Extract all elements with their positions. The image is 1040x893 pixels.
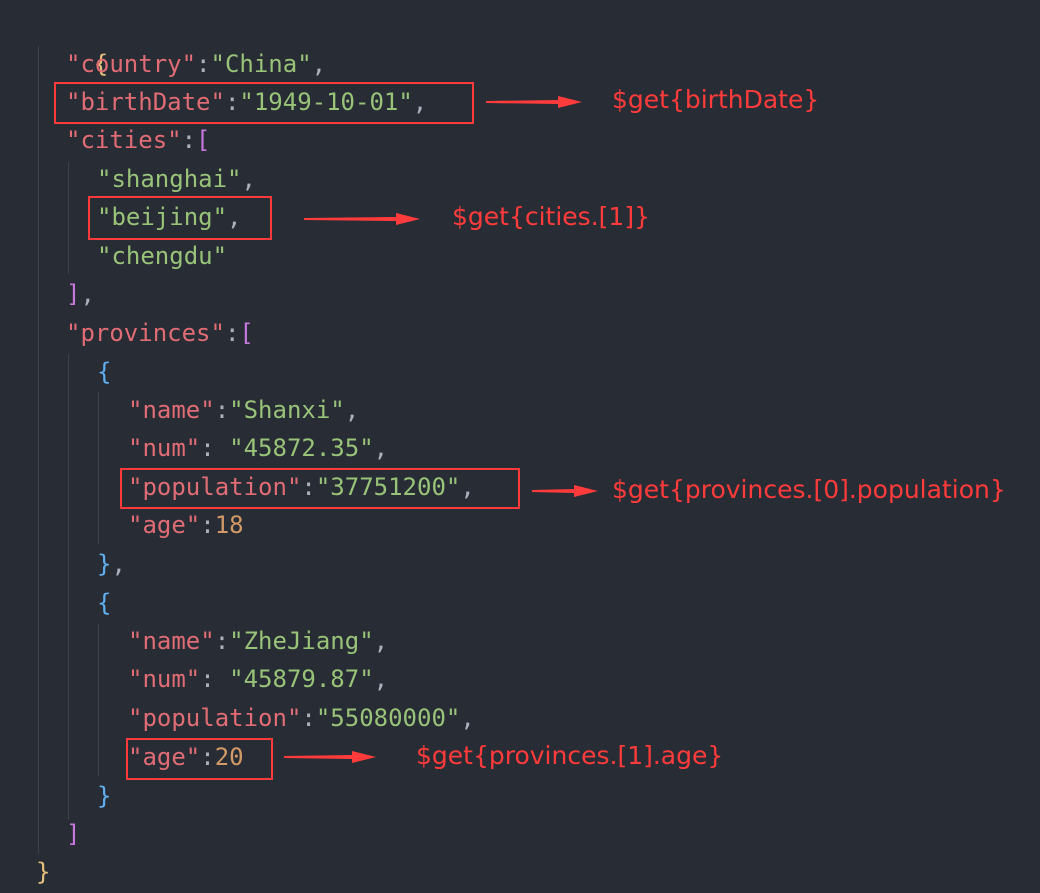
code-line: "num": "45879.87", xyxy=(128,665,389,693)
code-line: "country":"China", xyxy=(66,50,327,78)
json-string: "shanghai" xyxy=(97,165,242,193)
json-string: "Shanxi" xyxy=(229,396,345,424)
code-line: { xyxy=(36,7,108,78)
annotation-label: $get{provinces.[0].population} xyxy=(612,475,1006,504)
code-line: "name":"Shanxi", xyxy=(128,396,360,424)
code-line: }, xyxy=(97,550,126,578)
json-key: "num" xyxy=(128,434,201,462)
code-line: ] xyxy=(66,820,81,848)
indent-guide xyxy=(68,162,69,274)
json-key: "name" xyxy=(128,396,215,424)
json-string: "China" xyxy=(210,50,312,78)
json-string: "45879.87" xyxy=(229,665,374,693)
code-line: } xyxy=(97,782,112,810)
json-key: "country" xyxy=(66,50,197,78)
arrow-icon xyxy=(304,213,420,225)
json-key: "age" xyxy=(128,511,201,539)
highlight-box-beijing xyxy=(88,196,272,240)
annotation-label: $get{birthDate} xyxy=(612,85,820,114)
json-string: "chengdu" xyxy=(97,242,228,270)
json-number: 18 xyxy=(214,511,244,539)
code-line: "population":"55080000", xyxy=(128,704,475,732)
code-line: "cities":[ xyxy=(66,126,211,154)
code-line: ], xyxy=(66,280,95,308)
highlight-box-birthdate xyxy=(54,82,474,124)
code-line: "age":18 xyxy=(128,511,244,539)
highlight-box-age xyxy=(126,738,273,780)
code-line: { xyxy=(97,589,112,617)
annotation-label: $get{provinces.[1].age} xyxy=(416,741,724,770)
code-line: "name":"ZheJiang", xyxy=(128,627,389,655)
json-key: "num" xyxy=(128,665,201,693)
code-line: } xyxy=(36,853,50,891)
code-line: "num": "45872.35", xyxy=(128,434,389,462)
json-string: "ZheJiang" xyxy=(229,627,374,655)
indent-guide xyxy=(38,46,39,854)
json-string: "55080000" xyxy=(315,704,461,732)
annotation-label: $get{cities.[1]} xyxy=(452,202,650,231)
json-key: "provinces" xyxy=(66,319,225,347)
code-editor[interactable]: { "country":"China", "birthDate":"1949-1… xyxy=(0,0,1040,893)
highlight-box-population xyxy=(120,468,520,509)
code-line: "shanghai", xyxy=(97,165,256,193)
arrow-icon xyxy=(284,751,376,763)
code-line: "provinces":[ xyxy=(66,319,254,347)
close-brace: } xyxy=(36,858,51,886)
json-key: "name" xyxy=(128,627,215,655)
code-line: "chengdu" xyxy=(97,237,227,275)
indent-guide xyxy=(98,624,99,776)
code-line: { xyxy=(97,358,112,386)
arrow-icon xyxy=(532,485,598,497)
indent-guide xyxy=(98,392,99,544)
json-string: "45872.35" xyxy=(229,434,374,462)
json-key: "population" xyxy=(128,704,302,732)
indent-guide xyxy=(68,354,69,820)
json-key: "cities" xyxy=(66,126,182,154)
arrow-icon xyxy=(486,96,582,108)
